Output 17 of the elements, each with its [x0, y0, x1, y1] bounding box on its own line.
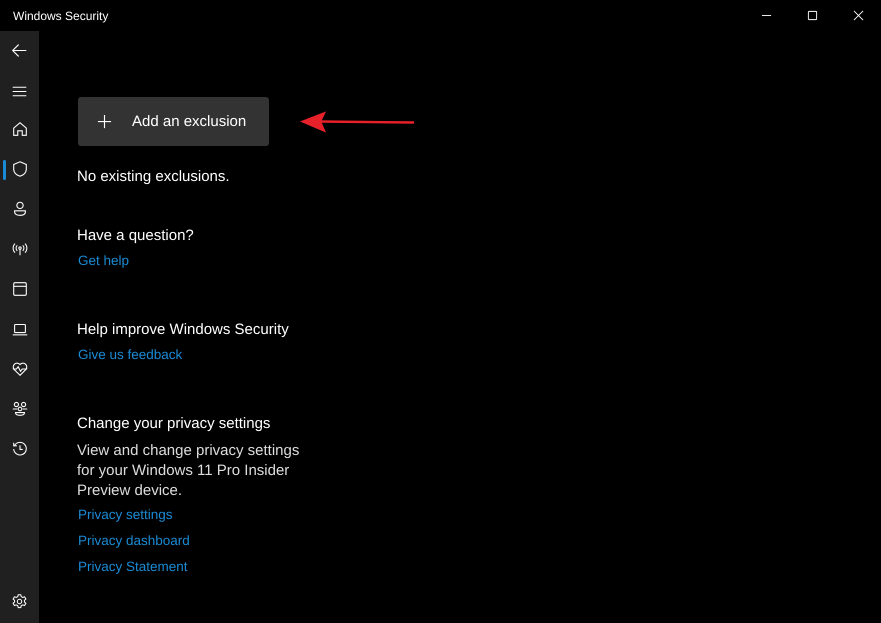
- section-description: View and change privacy settings for your Windows 11 Pro Insider Preview device.: [77, 441, 300, 501]
- back-icon[interactable]: [11, 42, 28, 59]
- link[interactable]: Privacy Statement: [78, 558, 188, 576]
- maximize-icon[interactable]: [807, 10, 818, 21]
- section-heading: Help improve Windows Security: [77, 321, 289, 338]
- status-text: No existing exclusions.: [77, 168, 231, 185]
- link[interactable]: Get help: [78, 252, 130, 270]
- section-heading: Change your privacy settings: [77, 415, 270, 432]
- link[interactable]: Privacy dashboard: [78, 532, 190, 550]
- link[interactable]: Give us feedback: [78, 346, 182, 364]
- plus-icon: [97, 114, 112, 129]
- close-icon[interactable]: [853, 10, 864, 21]
- section-heading: Have a question?: [77, 227, 194, 244]
- add-exclusion-button[interactable]: Add an exclusion: [78, 97, 269, 146]
- link[interactable]: Privacy settings: [78, 506, 173, 524]
- settings-icon[interactable]: [11, 593, 28, 610]
- window-title: Windows Security: [12, 8, 108, 22]
